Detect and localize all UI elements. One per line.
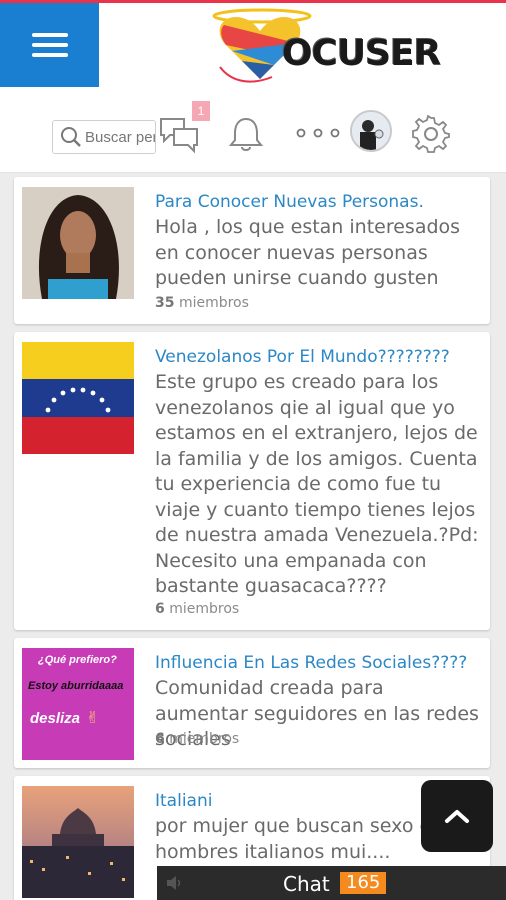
group-thumbnail	[22, 342, 134, 454]
chat-count-badge: 165	[340, 872, 387, 894]
thumb-text-3: desliza	[30, 710, 81, 727]
group-title[interactable]: Italiani	[155, 791, 212, 811]
member-count: 35	[155, 295, 175, 311]
chat-icon[interactable]	[158, 115, 200, 155]
members-label: miembros	[169, 731, 240, 747]
search-box[interactable]	[52, 120, 156, 154]
group-description: Hola , los que estan interesados en cono…	[155, 216, 461, 289]
members-label: miembros	[178, 295, 249, 311]
chevron-up-icon	[445, 810, 469, 823]
venezuela-flag-icon	[22, 342, 134, 454]
bell-icon[interactable]	[228, 115, 264, 153]
group-members: 6 miembros	[155, 731, 239, 747]
group-title[interactable]: Venezolanos Por El Mundo????????	[155, 347, 450, 367]
search-icon	[61, 127, 81, 147]
logo[interactable]: OCUSER	[212, 7, 441, 85]
rome-city-photo-icon	[22, 786, 134, 898]
chat-label: Chat	[283, 872, 330, 896]
group-thumbnail	[22, 786, 134, 898]
user-avatar[interactable]	[350, 110, 392, 152]
toolbar: 1	[0, 87, 506, 173]
gear-icon[interactable]	[412, 115, 450, 153]
group-card[interactable]: Venezolanos Por El Mundo???????? Este gr…	[14, 332, 490, 630]
more-dots-icon[interactable]	[296, 128, 340, 138]
group-members: 6 miembros	[155, 601, 239, 617]
member-count: 6	[155, 731, 165, 747]
group-card[interactable]: Para Conocer Nuevas Personas. Hola , los…	[14, 177, 490, 324]
thumb-text-1: ¿Qué prefiero?	[38, 654, 117, 666]
avatar-photo-icon	[352, 112, 390, 150]
group-description: Este grupo es creado para los venezolano…	[155, 371, 479, 597]
scroll-top-button[interactable]	[421, 780, 493, 852]
messages-badge: 1	[192, 101, 210, 121]
portrait-photo-icon	[22, 187, 134, 299]
group-card[interactable]: ¿Qué prefiero? Estoy aburridaaaa desliza…	[14, 638, 490, 768]
hand-emoji-icon: ✌	[86, 710, 100, 727]
menu-button[interactable]	[0, 3, 99, 87]
speaker-icon[interactable]	[165, 875, 183, 891]
group-title[interactable]: Influencia En Las Redes Sociales????	[155, 653, 467, 673]
group-members: 35 miembros	[155, 295, 249, 311]
chat-bar[interactable]: Chat 165	[157, 866, 506, 900]
group-thumbnail: ¿Qué prefiero? Estoy aburridaaaa desliza…	[22, 648, 134, 760]
members-label: miembros	[169, 601, 240, 617]
hamburger-icon	[31, 33, 68, 57]
logo-text: OCUSER	[282, 33, 441, 74]
group-title[interactable]: Para Conocer Nuevas Personas.	[155, 192, 424, 212]
thumb-text-2: Estoy aburridaaaa	[28, 680, 124, 692]
app-header: OCUSER	[0, 3, 506, 87]
member-count: 6	[155, 601, 165, 617]
group-thumbnail	[22, 187, 134, 299]
search-input[interactable]	[85, 128, 155, 146]
